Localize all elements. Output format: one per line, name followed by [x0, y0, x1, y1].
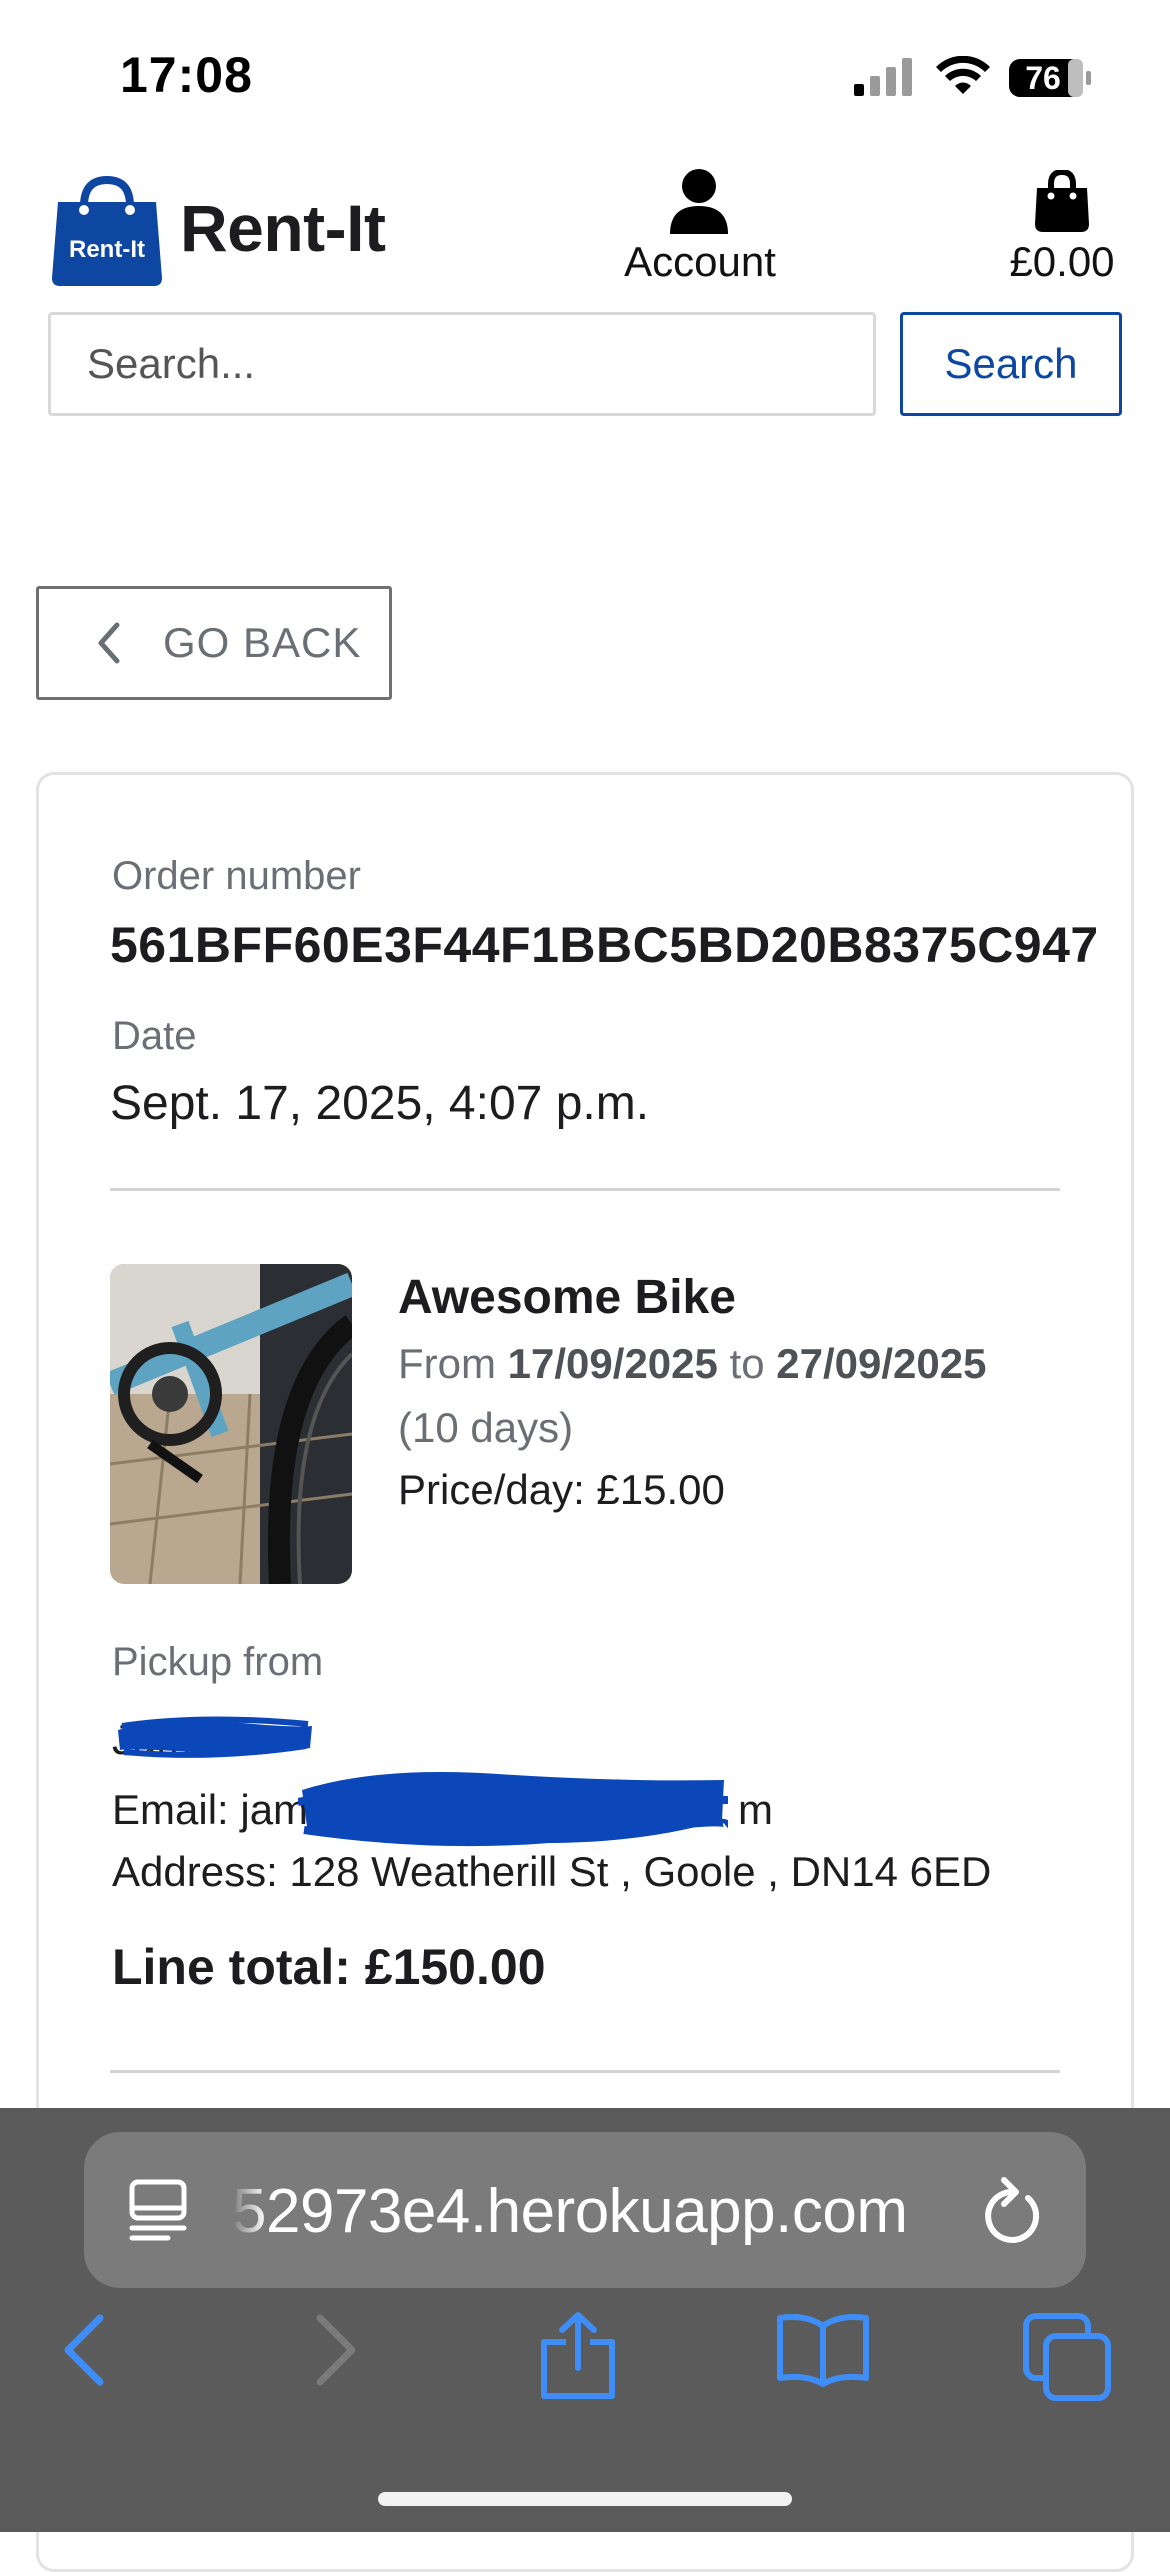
rental-days: (10 days) — [398, 1404, 574, 1451]
battery-percent: 76 — [1025, 60, 1061, 96]
rentit-logo[interactable]: Rent-It — [48, 170, 166, 288]
end-date: 27/09/2025 — [776, 1340, 987, 1387]
home-indicator[interactable] — [378, 2492, 792, 2506]
bookmarks-icon[interactable] — [776, 2312, 870, 2388]
go-back-button[interactable]: GO BACK — [36, 586, 392, 700]
logo-text: Rent-It — [69, 236, 145, 263]
cart-total[interactable]: £0.00 — [980, 238, 1144, 286]
order-number: 561BFF60E3F44F1BBC5BD20B8375C947 — [110, 917, 1099, 973]
search-input[interactable] — [48, 312, 876, 416]
shopping-bag-icon[interactable] — [1034, 170, 1090, 232]
chevron-left-icon — [98, 622, 120, 664]
site-brand[interactable]: Rent-It — [180, 190, 386, 266]
to-word: to — [729, 1340, 765, 1387]
back-arrow-icon[interactable] — [58, 2312, 112, 2388]
pickup-label: Pickup from — [112, 1640, 324, 1684]
order-date: Sept. 17, 2025, 4:07 p.m. — [110, 1077, 650, 1130]
order-date-label: Date — [112, 1014, 197, 1058]
url-text[interactable]: 52973e4.herokuapp.com — [232, 2176, 962, 2246]
battery-icon: 76 — [1008, 58, 1092, 98]
divider — [110, 2070, 1060, 2073]
pickup-address: Address: 128 Weatherill St , Goole , DN1… — [112, 1848, 992, 1895]
email-suffix: m — [738, 1786, 774, 1833]
order-number-label: Order number — [112, 854, 361, 898]
forward-arrow-icon[interactable] — [308, 2312, 362, 2388]
account-icon[interactable] — [668, 168, 730, 236]
go-back-label: GO BACK — [163, 619, 362, 666]
share-icon[interactable] — [538, 2312, 618, 2400]
page-menu-icon[interactable] — [128, 2178, 188, 2242]
price-per-day: Price/day: £15.00 — [398, 1466, 725, 1513]
start-date: 17/09/2025 — [507, 1340, 718, 1387]
reload-icon[interactable] — [980, 2176, 1042, 2244]
line-total: Line total: £150.00 — [112, 1939, 546, 1995]
email-prefix: Email: jam — [112, 1786, 309, 1833]
search-button[interactable]: Search — [900, 312, 1122, 416]
wifi-icon — [936, 56, 990, 94]
from-word: From — [398, 1340, 496, 1387]
status-time: 17:08 — [120, 47, 253, 103]
cellular-signal-icon — [854, 58, 912, 96]
item-name[interactable]: Awesome Bike — [398, 1270, 736, 1325]
rental-period: From 17/09/2025 to 27/09/2025 — [398, 1340, 986, 1388]
url-fade — [232, 2172, 266, 2252]
divider — [110, 1188, 1060, 1191]
redaction-mark — [298, 1772, 728, 1847]
account-link[interactable]: Account — [600, 238, 800, 286]
redaction-mark — [118, 1716, 312, 1758]
tabs-icon[interactable] — [1022, 2312, 1112, 2402]
item-thumbnail[interactable] — [110, 1264, 352, 1584]
